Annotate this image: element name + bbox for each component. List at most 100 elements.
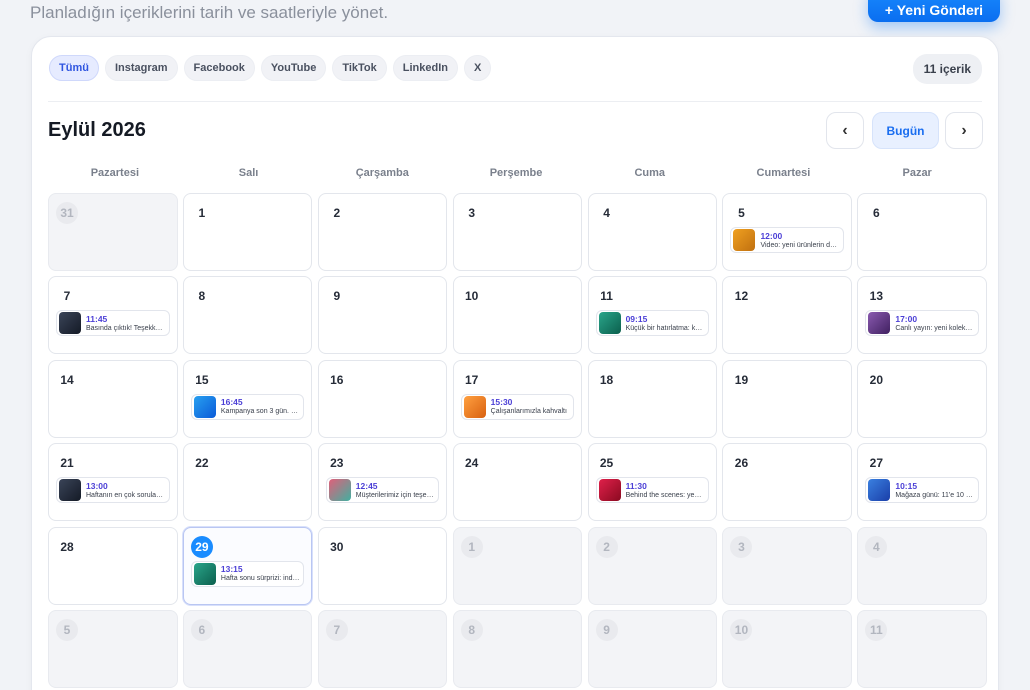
day-number: 6 (873, 206, 880, 220)
post-caption: Hafta sonu sürprizi: indirim (220, 575, 304, 583)
day-number: 1 (460, 535, 483, 558)
day-cell[interactable]: 10 (452, 276, 583, 355)
filter-chip-linkedin[interactable]: LinkedIn (392, 55, 458, 81)
filter-chip-tiktok[interactable]: TikTok (332, 55, 387, 81)
day-cell[interactable]: 20 (857, 359, 987, 438)
filter-chip-instagram[interactable]: Instagram (104, 55, 178, 81)
day-cell[interactable]: 9 (317, 276, 448, 355)
post-text: 09:15Küçük bir hatırlatma: kampanya (626, 314, 709, 333)
day-cell[interactable]: 4 (587, 193, 718, 271)
filter-chip-youtube[interactable]: YouTube (260, 55, 327, 81)
post-text: 15:30 Çalışanlarımızla kahvaltı (491, 397, 574, 416)
day-cell[interactable]: 7 11:45 Basında çıktık! Teşekkürler (48, 276, 178, 355)
day-cell[interactable]: 22 (182, 443, 313, 522)
day-cell[interactable]: 10 (722, 609, 852, 688)
post-text: 16:45Kampanya son 3 gün. Kaçırma (221, 397, 304, 416)
day-number: 11 (865, 618, 888, 641)
day-cell[interactable]: 24 (452, 443, 583, 522)
day-cell[interactable]: 6 (857, 193, 987, 271)
day-cell[interactable]: 4 (857, 526, 987, 605)
day-cell[interactable]: 6 (182, 609, 313, 688)
day-cell[interactable]: 14 (48, 359, 178, 438)
day-cell[interactable]: 31 (48, 193, 178, 271)
day-number: 10 (464, 289, 479, 304)
day-cell[interactable]: 5 12:00Video: yeni ürünlerin detayları (722, 193, 852, 271)
day-number: 20 (869, 372, 884, 387)
day-cell[interactable]: 2 (587, 526, 718, 605)
filter-chip-facebook[interactable]: Facebook (183, 55, 255, 81)
new-post-button[interactable]: + Yeni Gönderi (868, 0, 1000, 22)
day-number: 9 (333, 289, 341, 304)
post-text: 17:00 Canlı yayın: yeni koleksiyon (895, 314, 978, 333)
prev-month-button[interactable]: ‹ (826, 112, 864, 149)
scheduled-post[interactable]: 17:00 Canlı yayın: yeni koleksiyon (865, 310, 979, 337)
today-button[interactable]: Bugün (872, 112, 939, 149)
day-number: 15 (195, 372, 209, 387)
day-cell[interactable]: 29 13:15 Hafta sonu sürprizi: indirim (182, 526, 313, 605)
day-cell[interactable]: 3 (452, 193, 583, 271)
post-thumbnail (193, 395, 216, 418)
weekday-label: Çarşamba (355, 167, 409, 179)
day-cell[interactable]: 9 (587, 609, 718, 688)
post-text: 11:45 Basında çıktık! Teşekkürler (86, 314, 169, 333)
day-cell[interactable]: 26 (722, 443, 852, 522)
post-caption: Çalışanlarımızla kahvaltı (490, 408, 567, 416)
scheduled-post[interactable]: 09:15Küçük bir hatırlatma: kampanya (595, 310, 710, 337)
day-number: 5 (56, 618, 78, 641)
day-cell[interactable]: 16 (317, 359, 448, 438)
day-cell[interactable]: 28 (48, 526, 178, 605)
day-cell[interactable]: 3 (722, 526, 852, 605)
scheduled-post[interactable]: 13:15 Hafta sonu sürprizi: indirim (190, 560, 305, 587)
day-number: 4 (865, 535, 888, 558)
day-cell[interactable]: 30 (317, 526, 448, 605)
day-cell[interactable]: 18 (587, 359, 718, 438)
post-thumbnail (463, 395, 486, 418)
day-cell[interactable]: 8 (182, 276, 313, 355)
filter-chip-x[interactable]: X (463, 55, 492, 81)
day-cell[interactable]: 11 (857, 609, 987, 688)
day-cell[interactable]: 15 16:45Kampanya son 3 gün. Kaçırma (182, 359, 313, 438)
day-cell[interactable]: 1 (452, 526, 583, 605)
day-cell[interactable]: 8 (452, 609, 583, 688)
day-cell[interactable]: 21 13:00Haftanın en çok sorulan soruları (48, 443, 178, 522)
post-thumbnail (598, 312, 621, 335)
post-thumbnail (328, 479, 351, 502)
day-cell[interactable]: 11 09:15Küçük bir hatırlatma: kampanya (587, 276, 718, 355)
day-number: 3 (730, 535, 753, 558)
day-number: 24 (464, 456, 479, 471)
day-cell[interactable]: 25 11:30Behind the scenes: yeni çekim (587, 443, 718, 522)
day-cell[interactable]: 19 (722, 359, 852, 438)
scheduled-post[interactable]: 11:45 Basında çıktık! Teşekkürler (56, 310, 170, 337)
next-month-button[interactable]: › (945, 112, 983, 149)
day-cell[interactable]: 12 (722, 276, 852, 355)
day-number: 14 (60, 372, 74, 387)
weekday-label: Pazartesi (90, 167, 140, 179)
day-cell[interactable]: 7 (317, 609, 448, 688)
day-cell[interactable]: 13 17:00 Canlı yayın: yeni koleksiyon (857, 276, 987, 355)
day-number: 25 (599, 456, 614, 471)
scheduled-post[interactable]: 16:45Kampanya son 3 gün. Kaçırma (190, 393, 305, 420)
scheduled-post[interactable]: 12:00Video: yeni ürünlerin detayları (730, 227, 844, 253)
scheduled-post[interactable]: 12:45Müşterilerimiz için teşekkürler (325, 477, 440, 504)
post-caption: Basında çıktık! Teşekkürler (86, 324, 169, 332)
day-cell[interactable]: 17 15:30 Çalışanlarımızla kahvaltı (452, 359, 583, 438)
day-cell[interactable]: 27 10:15 Mağaza günü: 11'e 10 gün (857, 443, 987, 522)
scheduled-post[interactable]: 15:30 Çalışanlarımızla kahvaltı (460, 393, 575, 420)
scheduled-post[interactable]: 13:00Haftanın en çok sorulan soruları (56, 477, 170, 504)
post-time: 15:30 (490, 397, 513, 408)
day-cell[interactable]: 23 12:45Müşterilerimiz için teşekkürler (317, 443, 448, 522)
filter-chip-tümü[interactable]: Tümü (49, 55, 99, 81)
post-caption: Behind the scenes: yeni çekim (625, 491, 709, 499)
day-number: 2 (595, 535, 618, 558)
weekday-label: Salı (238, 167, 259, 179)
scheduled-post[interactable]: 10:15 Mağaza günü: 11'e 10 gün (865, 477, 979, 504)
weekday-label: Cumartesi (756, 167, 811, 179)
post-time: 12:45 (355, 480, 378, 491)
day-cell[interactable]: 5 (48, 609, 178, 688)
day-number: 4 (603, 206, 610, 220)
day-cell[interactable]: 2 (317, 193, 448, 271)
scheduled-post[interactable]: 11:30Behind the scenes: yeni çekim (595, 477, 710, 504)
day-number: 1 (198, 206, 206, 220)
day-number: 22 (195, 456, 209, 471)
day-cell[interactable]: 1 (182, 193, 313, 271)
